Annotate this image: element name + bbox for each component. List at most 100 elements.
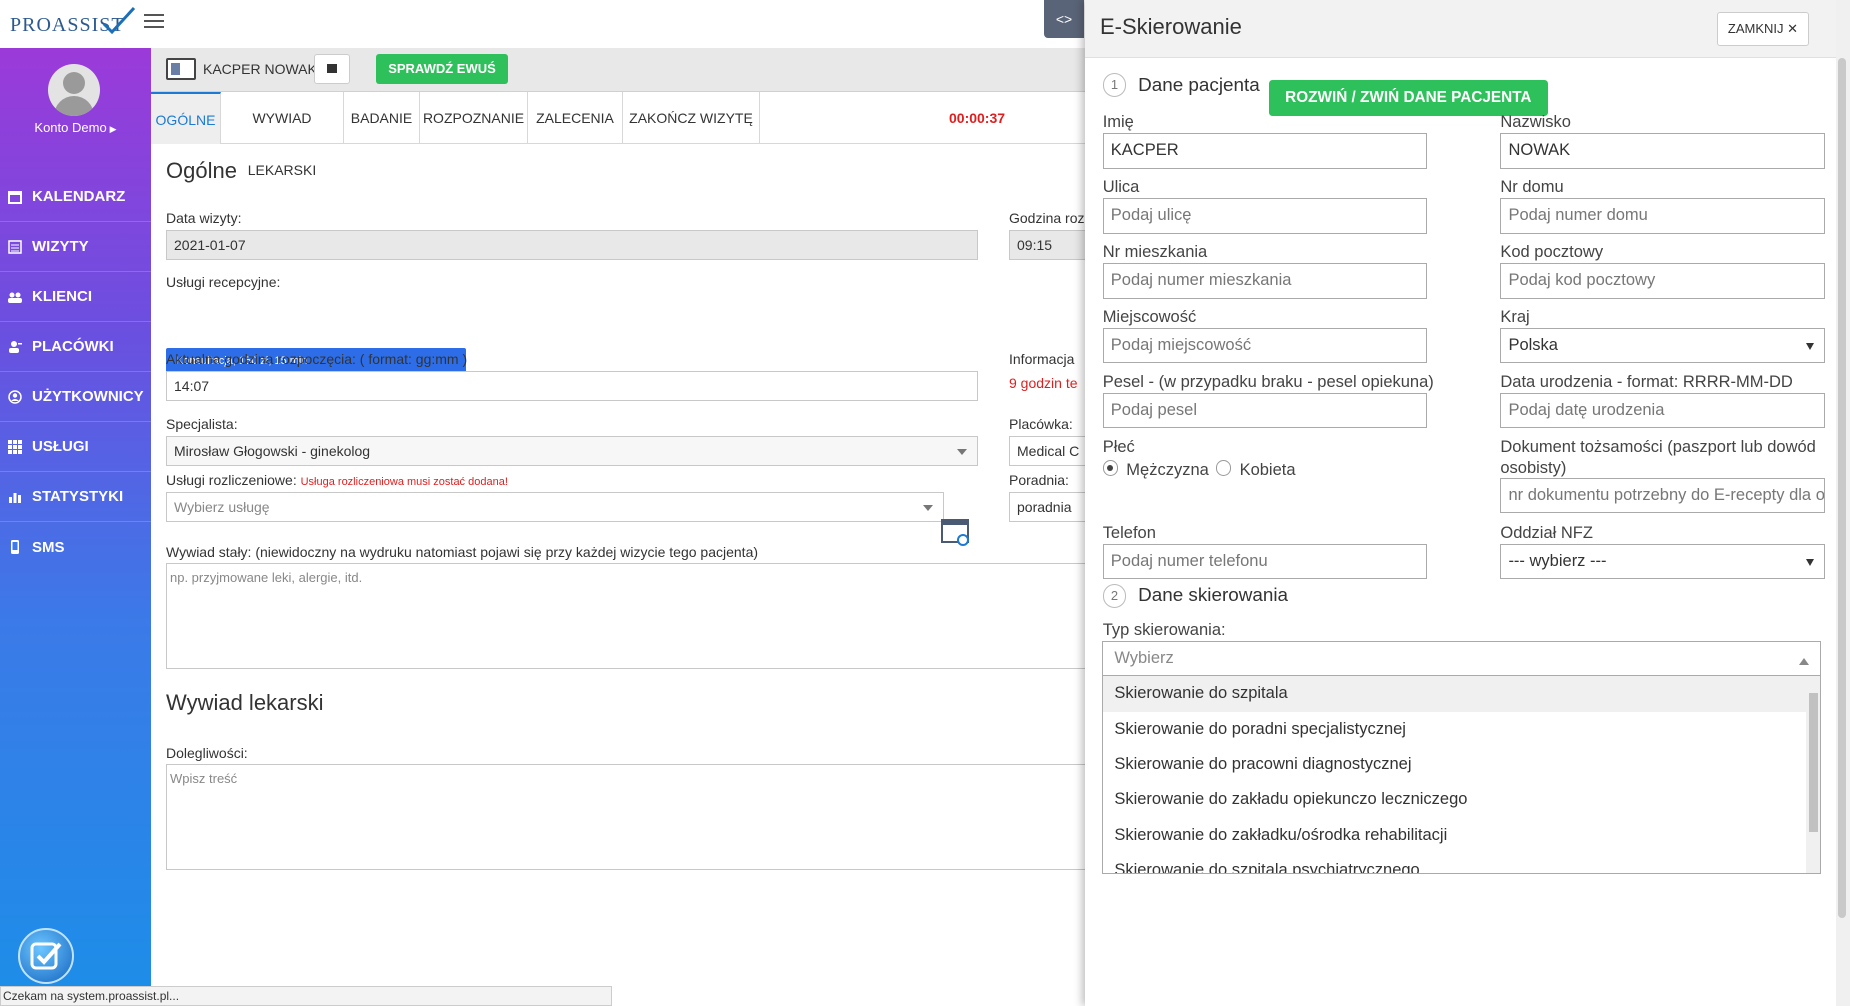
sidebar-item-wizyty[interactable]: WIZYTY xyxy=(0,222,151,272)
tab-ogolne[interactable]: OGÓLNE xyxy=(151,92,221,144)
sex-radio-female[interactable] xyxy=(1215,460,1232,476)
sidebar-item-kalendarz[interactable]: KALENDARZ xyxy=(0,172,151,222)
tab-rozpoznanie[interactable]: ROZPOZNANIE xyxy=(420,92,528,144)
start-time-label: Aktualna godzina rozpoczęcia: ( format: … xyxy=(166,351,468,367)
facility-select[interactable]: Medical C xyxy=(1009,436,1085,466)
visit-timer: 00:00:37 xyxy=(949,110,1006,126)
tab-zalecenia[interactable]: ZALECENIA xyxy=(528,92,623,144)
visit-tabs: OGÓLNE WYWIAD LEKARSKI BADANIE ROZPOZNAN… xyxy=(151,92,1085,178)
last-name-field[interactable]: NOWAK xyxy=(1500,133,1825,169)
account-label: Konto Demo xyxy=(34,120,107,135)
sidebar-item-label: USŁUGI xyxy=(32,438,89,455)
sidebar-item-label: KALENDARZ xyxy=(32,188,126,205)
info-value: 9 godzin te xyxy=(1009,375,1078,391)
sidebar-item-sms[interactable]: SMS xyxy=(0,522,151,572)
e-referral-panel: E-Skierowanie ZAMKNIJ ✕ 1 Dane pacjenta … xyxy=(1085,0,1850,1006)
reception-services-label: Usługi recepcyjne: xyxy=(166,274,281,290)
city-field[interactable]: Podaj miejscowość xyxy=(1102,328,1428,364)
proassist-badge-icon[interactable] xyxy=(18,928,74,984)
pesel-label: Pesel - (w przypadku braku - pesel opiek… xyxy=(1102,372,1434,391)
postal-code-field[interactable]: Podaj kod pocztowy xyxy=(1500,263,1825,299)
clinic-select[interactable]: poradnia xyxy=(1009,492,1085,522)
panel-title: E-Skierowanie xyxy=(1100,14,1242,39)
referral-option[interactable]: Skierowanie do szpitala psychiatrycznego xyxy=(1103,853,1806,873)
hamburger-menu-icon[interactable] xyxy=(144,14,164,30)
avatar[interactable] xyxy=(48,64,100,116)
browser-status-bar: Czekam na system.proassist.pl... xyxy=(0,986,612,1006)
caret-right-icon: ▶ xyxy=(109,124,117,134)
price-list-icon[interactable] xyxy=(941,518,971,548)
sidebar-item-label: PLACÓWKI xyxy=(32,338,114,355)
billing-service-select[interactable]: Wybierz usługę xyxy=(166,492,944,522)
sex-female-label: Kobieta xyxy=(1239,461,1296,480)
step-number: 2 xyxy=(1102,584,1127,608)
tab-badanie[interactable]: BADANIE xyxy=(344,92,420,144)
street-label: Ulica xyxy=(1102,177,1140,196)
sex-male-label: Mężczyzna xyxy=(1126,461,1209,480)
toggle-patient-data-button[interactable]: ROZWIŃ / ZWIŃ DANE PACJENTA xyxy=(1269,80,1548,116)
users-icon xyxy=(8,292,22,303)
phone-field[interactable]: Podaj numer telefonu xyxy=(1102,543,1428,580)
logo-check-icon xyxy=(102,6,136,35)
first-name-label: Imię xyxy=(1102,113,1134,132)
info-label: Informacja xyxy=(1009,351,1075,367)
flat-number-field[interactable]: Podaj numer mieszkania xyxy=(1102,263,1428,299)
section-heading-general: Ogólne xyxy=(166,158,237,183)
step-number: 1 xyxy=(1102,73,1127,97)
user-circle-icon xyxy=(8,389,22,404)
sidebar-item-label: STATYSTYKI xyxy=(32,488,124,505)
user-add-icon xyxy=(9,340,22,353)
referral-option[interactable]: Skierowanie do zakładku/ośrodka rehabili… xyxy=(1103,818,1806,853)
sidebar-item-placowki[interactable]: PLACÓWKI xyxy=(0,322,151,372)
referral-option[interactable]: Skierowanie do zakładu opiekunczo leczni… xyxy=(1103,782,1806,817)
patient-note-button[interactable] xyxy=(314,54,350,84)
dropdown-scrollbar[interactable] xyxy=(1806,676,1821,874)
sidebar-item-statystyki[interactable]: STATYSTYKI xyxy=(0,472,151,522)
panel-toggle-button[interactable]: <> xyxy=(1044,0,1084,38)
tab-zakoncz-wizyte[interactable]: ZAKOŃCZ WIZYTĘ xyxy=(623,92,760,144)
start-time-field[interactable]: 14:07 xyxy=(166,371,978,401)
tab-wywiad-lekarski[interactable]: WYWIAD LEKARSKI xyxy=(221,92,344,178)
phone-label: Telefon xyxy=(1102,523,1156,542)
visit-date-field[interactable]: 2021-01-07 xyxy=(166,230,978,260)
pesel-field[interactable]: Podaj pesel xyxy=(1102,392,1428,429)
time-label: Godzina roz xyxy=(1009,210,1085,226)
step-title-referral-data: Dane skierowania xyxy=(1138,584,1289,606)
birth-date-field[interactable]: Podaj datę urodzenia xyxy=(1500,392,1825,429)
referral-type-label: Typ skierowania: xyxy=(1102,620,1226,639)
billing-warning: Usługa rozliczeniowa musi zostać dodana! xyxy=(300,476,508,488)
main-content: KACPER NOWAK SPRAWDŹ EWUŚ OGÓLNE WYWIAD … xyxy=(151,48,1085,1006)
flat-number-label: Nr mieszkania xyxy=(1102,242,1208,261)
referral-option[interactable]: Skierowanie do szpitala xyxy=(1102,676,1806,712)
referral-option[interactable]: Skierowanie do pracowni diagnostycznej xyxy=(1103,747,1806,782)
sidebar-item-label: UŻYTKOWNICY xyxy=(32,388,144,405)
time-field[interactable]: 09:15 xyxy=(1009,230,1085,260)
complaints-textarea[interactable]: Wpisz treść xyxy=(166,764,1085,870)
sidebar-item-uzytkownicy[interactable]: UŻYTKOWNICY xyxy=(0,372,151,422)
sidebar-item-klienci[interactable]: KLIENCI xyxy=(0,272,151,322)
referral-option[interactable]: Skierowanie do poradni specjalistycznej xyxy=(1103,712,1806,747)
id-document-field[interactable]: nr dokumentu potrzebny do E-recepty dla … xyxy=(1500,477,1825,514)
house-number-field[interactable]: Podaj numer domu xyxy=(1500,198,1825,234)
sidebar-item-uslugi[interactable]: USŁUGI xyxy=(0,422,151,472)
close-label: ZAMKNIJ xyxy=(1727,21,1784,36)
specialist-select[interactable]: Mirosław Głogowski - ginekolog xyxy=(166,436,978,466)
proassist-logo[interactable]: PROASSIST xyxy=(10,6,136,40)
check-ewus-button[interactable]: SPRAWDŹ EWUŚ xyxy=(376,54,508,84)
clinic-label: Poradnia: xyxy=(1009,472,1069,488)
sex-radio-male[interactable] xyxy=(1102,460,1119,476)
first-name-field[interactable]: KACPER xyxy=(1102,133,1428,169)
close-button[interactable]: ZAMKNIJ ✕ xyxy=(1717,12,1809,46)
section-heading-medical-interview: Wywiad lekarski xyxy=(166,690,324,715)
account-menu[interactable]: Konto Demo ▶ xyxy=(0,120,151,135)
visit-date-label: Data wizyty: xyxy=(166,210,242,226)
billing-label-row: Usługi rozliczeniowe: Usługa rozliczenio… xyxy=(166,472,508,488)
nfz-branch-select[interactable]: --- wybierz --- xyxy=(1500,543,1825,580)
referral-type-select[interactable]: Wybierz xyxy=(1101,640,1822,677)
street-field[interactable]: Podaj ulicę xyxy=(1102,198,1428,234)
permanent-history-textarea[interactable]: np. przyjmowane leki, alergie, itd. xyxy=(166,563,1085,669)
panel-scrollbar[interactable] xyxy=(1836,0,1850,1006)
list-icon xyxy=(8,239,22,254)
country-select[interactable]: Polska xyxy=(1500,328,1825,364)
patient-name: KACPER NOWAK xyxy=(203,61,317,77)
